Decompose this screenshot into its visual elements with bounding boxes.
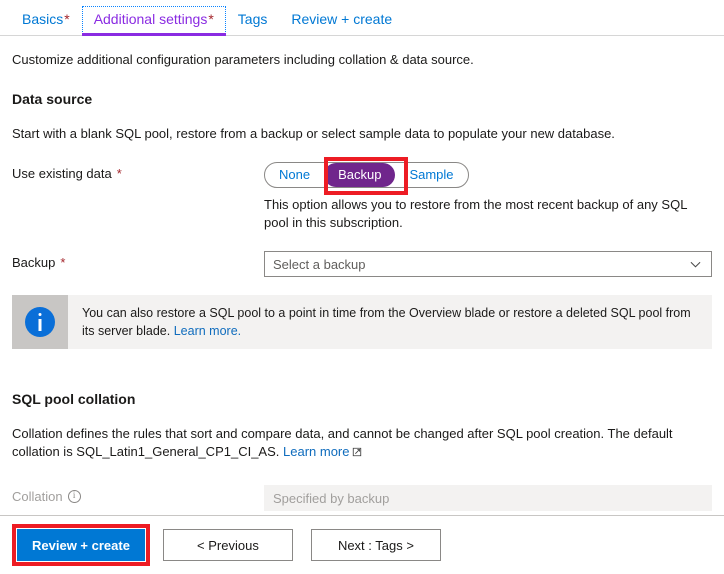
tab-tags[interactable]: Tags [226, 6, 280, 36]
collation-learn-more-link[interactable]: Learn more [283, 444, 362, 459]
review-create-button-wrapper: Review + create [12, 524, 150, 566]
use-existing-data-field: None Backup Sample This option allows yo… [264, 157, 712, 232]
collation-input: Specified by backup [264, 485, 712, 511]
use-existing-data-none-option[interactable]: None [265, 163, 324, 187]
use-existing-data-row: Use existing data * None Backup Sample Th… [12, 157, 712, 232]
wizard-tabs: Basics* Additional settings* Tags Review… [0, 0, 724, 36]
backup-label-text: Backup [12, 255, 56, 270]
collation-row: Collation Specified by backup [12, 485, 712, 511]
backup-row: Backup * Select a backup [12, 251, 712, 277]
previous-button[interactable]: < Previous [162, 529, 293, 561]
backup-field: Select a backup [264, 251, 712, 277]
tab-additional-settings-label: Additional settings [93, 11, 208, 27]
collation-label: Collation [12, 485, 264, 504]
sql-pool-collation-description: Collation defines the rules that sort an… [12, 425, 684, 461]
info-banner-learn-more-link[interactable]: Learn more. [174, 324, 241, 338]
collation-input-value: Specified by backup [273, 490, 390, 506]
external-link-icon [352, 447, 362, 457]
next-tags-button[interactable]: Next : Tags > [310, 529, 441, 561]
info-icon [25, 307, 55, 337]
tab-review-create-label: Review + create [291, 11, 393, 27]
collation-label-text: Collation [12, 489, 63, 504]
tab-additional-settings-required-marker: * [208, 11, 214, 27]
use-existing-data-help-text: This option allows you to restore from t… [264, 197, 687, 230]
collation-learn-more-label: Learn more [283, 444, 350, 459]
use-existing-data-choice-group[interactable]: None Backup Sample [264, 162, 469, 188]
use-existing-data-label: Use existing data * [12, 162, 264, 181]
backup-required-marker: * [60, 255, 66, 270]
chevron-down-icon [690, 259, 701, 270]
tab-review-create[interactable]: Review + create [279, 6, 404, 36]
info-banner: You can also restore a SQL pool to a poi… [12, 295, 712, 349]
page-intro-text: Customize additional configuration param… [12, 52, 474, 67]
data-source-description: Start with a blank SQL pool, restore fro… [12, 126, 615, 141]
backup-label: Backup * [12, 251, 264, 270]
info-circle-icon[interactable] [67, 489, 81, 503]
sql-pool-collation-heading: SQL pool collation [12, 391, 136, 407]
wizard-footer: Review + create < Previous Next : Tags > [0, 516, 724, 574]
data-source-heading: Data source [12, 91, 93, 107]
tab-additional-settings[interactable]: Additional settings* [81, 6, 226, 36]
use-existing-data-required-marker: * [116, 166, 122, 181]
info-banner-icon-cell [12, 295, 68, 349]
tab-basics-label: Basics [22, 11, 64, 27]
tab-basics[interactable]: Basics* [10, 6, 82, 36]
use-existing-data-label-text: Use existing data [12, 166, 112, 181]
use-existing-data-backup-option[interactable]: Backup [324, 163, 396, 187]
use-existing-data-sample-option[interactable]: Sample [395, 163, 467, 187]
use-existing-data-choice-group-wrapper: None Backup Sample [264, 157, 469, 195]
collation-field: Specified by backup [264, 485, 712, 511]
backup-dropdown-value: Select a backup [273, 256, 366, 272]
backup-dropdown[interactable]: Select a backup [264, 251, 712, 277]
tab-tags-label: Tags [237, 11, 268, 27]
info-banner-text: You can also restore a SQL pool to a poi… [68, 295, 712, 349]
page-content: Customize additional configuration param… [0, 51, 724, 511]
tab-basics-required-marker: * [64, 11, 70, 27]
review-create-button[interactable]: Review + create [17, 529, 145, 561]
